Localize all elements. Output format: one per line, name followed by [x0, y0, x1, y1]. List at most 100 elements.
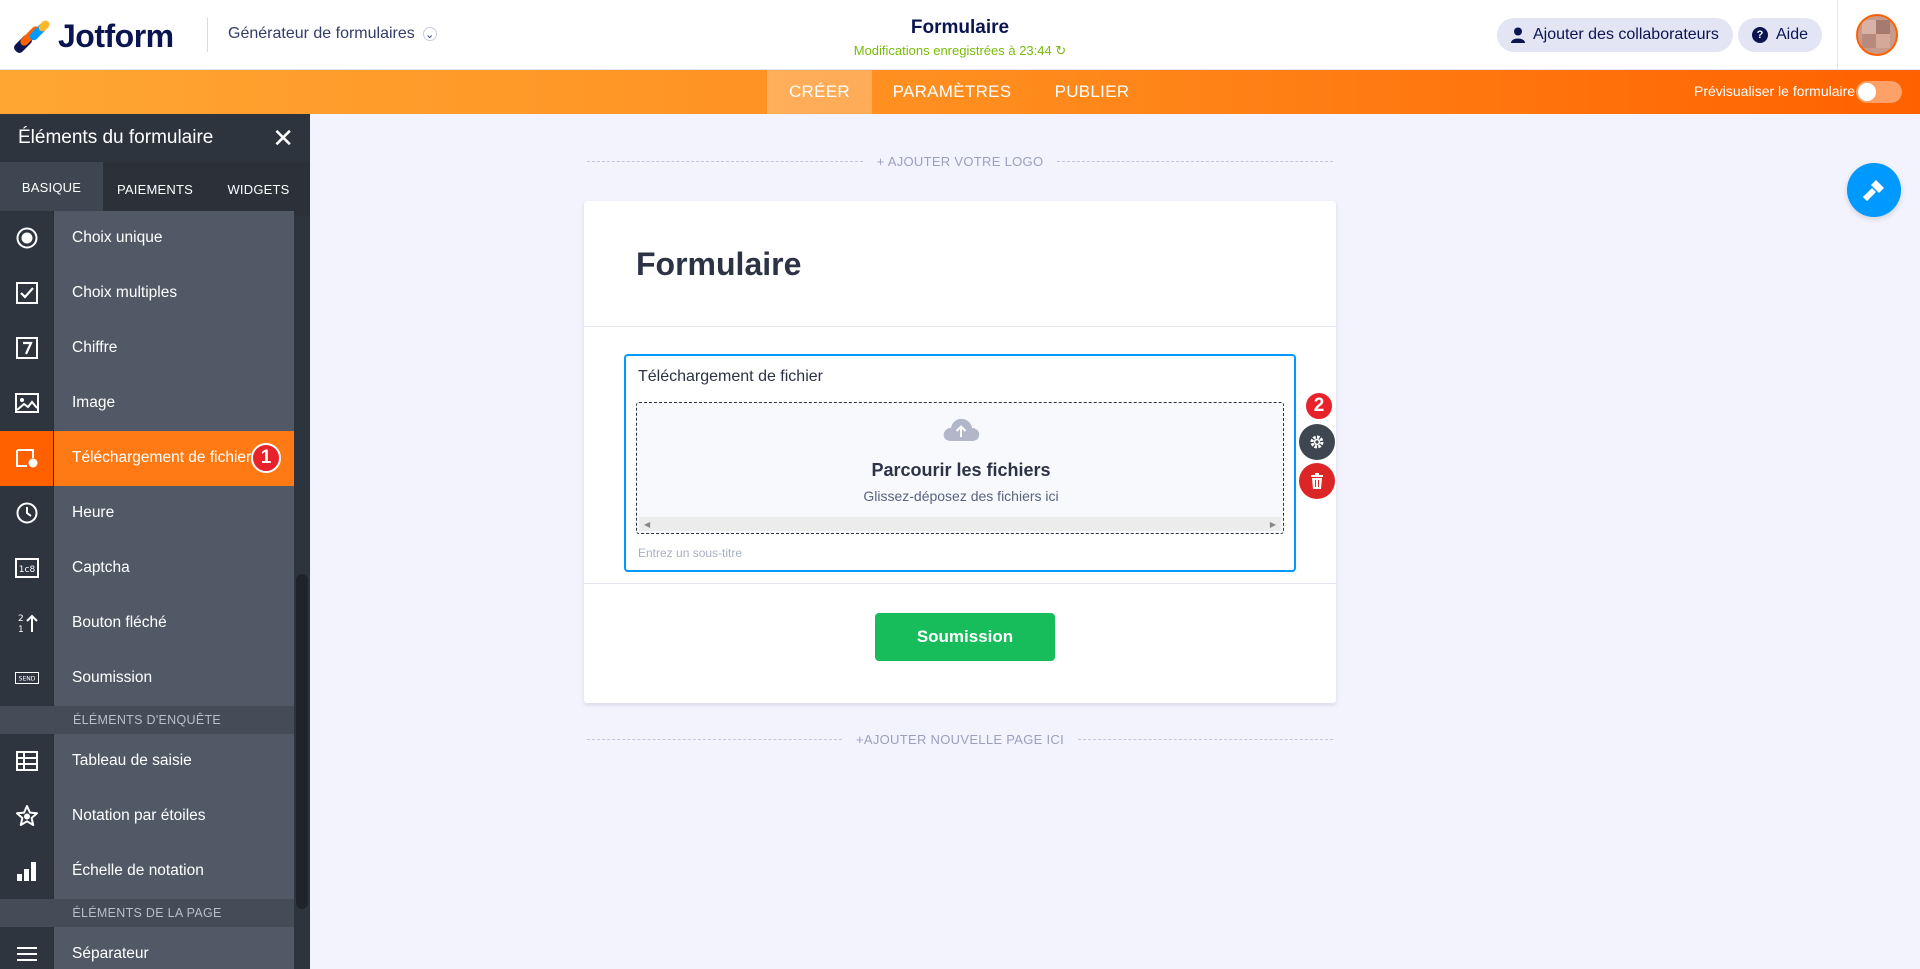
chevron-down-icon: ⌄	[422, 27, 437, 41]
submit-button[interactable]: Soumission	[875, 613, 1055, 661]
bar-scale-icon	[0, 843, 54, 899]
sidebar-tab-basic[interactable]: BASIQUE	[0, 162, 103, 216]
card-separator	[584, 583, 1336, 584]
gear-icon	[1310, 435, 1324, 449]
sidebar-item-single-choice[interactable]: Choix unique	[0, 210, 310, 266]
form-elements-sidebar: Éléments du formulaire ✕ BASIQUE PAIEMEN…	[0, 114, 310, 969]
captcha-icon: 1c8	[0, 540, 54, 596]
sidebar-item-label: Chiffre	[54, 320, 294, 376]
field-settings-button[interactable]	[1299, 424, 1335, 460]
sidebar-item-label: Échelle de notation	[54, 843, 294, 899]
jotform-logo[interactable]: Jotform	[12, 18, 174, 55]
step-badge-1: 1	[251, 443, 281, 473]
file-drop-zone[interactable]: Parcourir les fichiers Glissez-déposez d…	[636, 402, 1284, 534]
star-icon	[0, 788, 54, 844]
trash-icon	[1311, 473, 1323, 489]
close-icon[interactable]: ✕	[272, 125, 294, 151]
sidebar-item-time[interactable]: Heure	[0, 485, 310, 541]
add-collaborators-button[interactable]: Ajouter des collaborateurs	[1497, 18, 1733, 52]
section-page-elements: ÉLÉMENTS DE LA PAGE	[0, 899, 294, 927]
file-upload-field[interactable]: Téléchargement de fichier Parcourir les …	[624, 354, 1296, 572]
sidebar-item-label: Soumission	[54, 650, 294, 706]
builder-nav: CRÉER PARAMÈTRES PUBLIER Prévisualiser l…	[0, 70, 1920, 114]
top-divider	[207, 18, 208, 52]
toggle-knob	[1858, 83, 1876, 101]
sidebar-item-file-upload[interactable]: Téléchargement de fichier 1	[0, 430, 310, 486]
scroll-right-icon[interactable]: ▶	[1270, 520, 1276, 529]
preview-form-toggle[interactable]	[1856, 81, 1902, 103]
sidebar-scrollbar-thumb[interactable]	[296, 574, 308, 909]
form-designer-button[interactable]	[1847, 163, 1901, 217]
sidebar-item-label: Image	[54, 375, 294, 431]
add-page-row[interactable]: +AJOUTER NOUVELLE PAGE ICI	[587, 729, 1333, 749]
svg-text:1: 1	[18, 625, 24, 634]
horizontal-scrollbar[interactable]: ◀ ▶	[639, 517, 1281, 531]
sidebar-item-star-rating[interactable]: Notation par étoiles	[0, 788, 310, 844]
sidebar-item-label: Choix unique	[54, 210, 294, 266]
sidebar-item-number[interactable]: Chiffre	[0, 320, 310, 376]
add-logo-row[interactable]: + AJOUTER VOTRE LOGO	[587, 151, 1334, 171]
sublabel-placeholder[interactable]: Entrez un sous-titre	[638, 546, 742, 560]
scroll-left-icon[interactable]: ◀	[644, 520, 650, 529]
browse-files-title[interactable]: Parcourir les fichiers	[637, 460, 1285, 481]
sidebar-item-captcha[interactable]: 1c8 Captcha	[0, 540, 310, 596]
sidebar-item-input-table[interactable]: Tableau de saisie	[0, 733, 310, 789]
sidebar-item-spinner[interactable]: 21 Bouton fléché	[0, 595, 310, 651]
drag-drop-hint: Glissez-déposez des fichiers ici	[863, 488, 1059, 504]
send-icon: SEND	[0, 650, 54, 706]
form-heading[interactable]: Formulaire	[636, 246, 801, 283]
svg-text:2: 2	[18, 614, 24, 624]
help-icon: ?	[1752, 27, 1768, 43]
card-separator	[584, 326, 1336, 327]
sidebar-item-label: Bouton fléché	[54, 595, 294, 651]
sidebar-item-image[interactable]: Image	[0, 375, 310, 431]
sidebar-item-label: Notation par étoiles	[54, 788, 294, 844]
help-button[interactable]: ? Aide	[1738, 18, 1823, 52]
radio-icon	[0, 210, 54, 266]
add-collaborators-label: Ajouter des collaborateurs	[1533, 26, 1719, 43]
avatar[interactable]	[1856, 14, 1898, 56]
field-delete-button[interactable]	[1299, 463, 1335, 499]
sidebar-item-divider[interactable]: Séparateur	[0, 926, 310, 969]
field-label[interactable]: Téléchargement de fichier	[638, 368, 823, 386]
sidebar-tab-payments[interactable]: PAIEMENTS	[103, 162, 207, 216]
divider-icon	[0, 926, 54, 969]
step-badge-2: 2	[1304, 391, 1334, 421]
checkbox-icon	[0, 265, 54, 321]
sidebar-item-label: Séparateur	[54, 926, 294, 969]
sidebar-item-list: Choix unique Choix multiples Chiffre Ima…	[0, 210, 310, 969]
sidebar-title: Éléments du formulaire	[18, 127, 214, 148]
section-survey-elements: ÉLÉMENTS D'ENQUÊTE	[0, 706, 294, 734]
number-icon	[0, 320, 54, 376]
sidebar-item-multiple-choice[interactable]: Choix multiples	[0, 265, 310, 321]
sidebar-tabs: BASIQUE PAIEMENTS WIDGETS	[0, 162, 310, 216]
builder-select-label: Générateur de formulaires	[228, 25, 415, 42]
table-icon	[0, 733, 54, 789]
sidebar-header: Éléments du formulaire ✕	[0, 114, 310, 162]
spinner-icon: 21	[0, 595, 54, 651]
sidebar-item-label: Heure	[54, 485, 294, 541]
sidebar-item-label: Tableau de saisie	[54, 733, 294, 789]
image-icon	[0, 375, 54, 431]
preview-form-label: Prévisualiser le formulaire	[1694, 83, 1856, 99]
dashed-line	[587, 160, 863, 162]
clock-icon	[0, 485, 54, 541]
svg-text:SEND: SEND	[18, 676, 35, 683]
sidebar-tab-widgets[interactable]: WIDGETS	[207, 162, 310, 216]
dashed-line	[587, 738, 842, 740]
right-divider	[1837, 0, 1838, 70]
builder-select[interactable]: Générateur de formulaires ⌄	[228, 25, 437, 43]
file-upload-icon	[0, 430, 54, 486]
sidebar-item-scale-rating[interactable]: Échelle de notation	[0, 843, 310, 899]
tab-settings[interactable]: PARAMÈTRES	[886, 70, 1018, 114]
sidebar-item-submit[interactable]: SEND Soumission	[0, 650, 310, 706]
user-icon	[1511, 27, 1525, 43]
top-bar: Jotform Générateur de formulaires ⌄ Form…	[0, 0, 1920, 70]
brand-name: Jotform	[58, 18, 174, 54]
tab-create[interactable]: CRÉER	[767, 70, 872, 114]
add-logo-label: + AJOUTER VOTRE LOGO	[876, 153, 1044, 169]
form-card: Formulaire Téléchargement de fichier Par…	[584, 201, 1336, 703]
sidebar-item-label: Captcha	[54, 540, 294, 596]
tab-publish[interactable]: PUBLIER	[1046, 70, 1138, 114]
dashed-line	[1078, 738, 1333, 740]
